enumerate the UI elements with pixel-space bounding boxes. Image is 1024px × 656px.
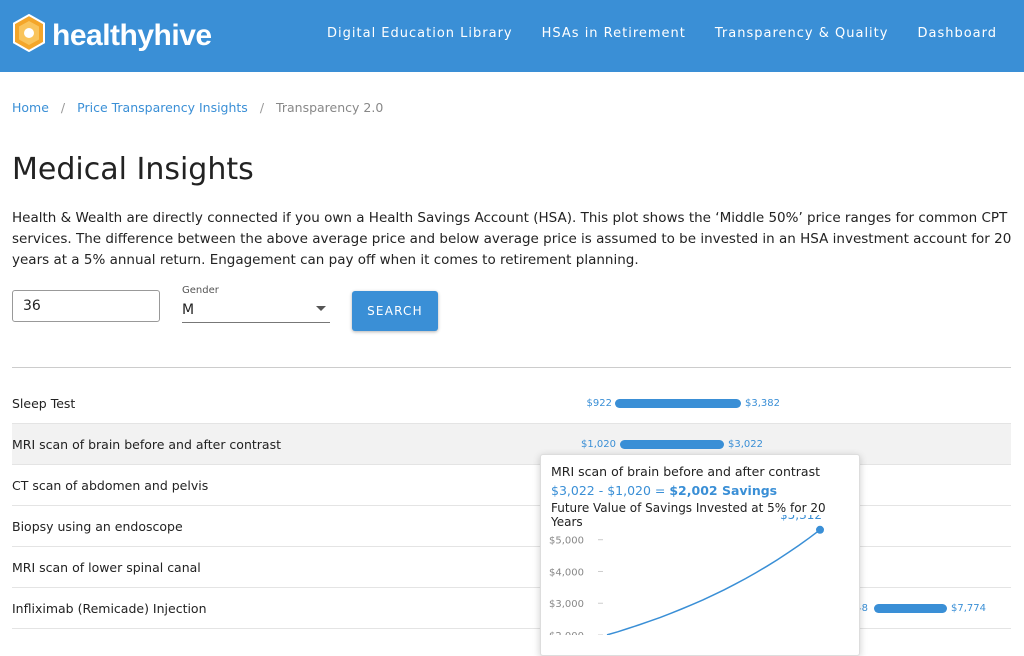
future-value-chart: $2,000 $3,000 $4,000 $5,000 $5,312 [549,515,824,635]
y-tick-label: $4,000 [549,567,584,578]
tooltip-savings-amount: $2,002 Savings [669,483,778,498]
range-high-label: $7,774 [951,603,986,614]
service-row[interactable]: MRI scan of brain before and after contr… [12,424,1011,465]
range-high-label: $3,022 [728,439,763,450]
tooltip-savings-calc: $3,022 - $1,020 = $2,002 Savings [551,483,777,498]
end-value-label: $5,312 [780,515,822,522]
tooltip-title: MRI scan of brain before and after contr… [551,464,820,479]
price-range-bar[interactable] [620,440,724,449]
y-tick-label: $5,000 [549,536,584,547]
nav-hsas-in-retirement[interactable]: HSAs in Retirement [542,26,686,41]
service-row[interactable]: Biopsy using an endoscope [12,506,1011,547]
nav-digital-education-library[interactable]: Digital Education Library [327,26,513,41]
end-value-point [816,525,824,534]
service-row[interactable]: MRI scan of lower spinal canal [12,547,1011,588]
service-name: Sleep Test [12,396,76,411]
age-input[interactable] [12,290,160,322]
breadcrumb-current: Transparency 2.0 [276,100,384,115]
gender-selected-value: M [182,302,195,318]
brand-name: healthyhive [52,19,212,52]
caret-down-icon [316,306,326,311]
nav-dashboard[interactable]: Dashboard [917,26,997,41]
nav-transparency-quality[interactable]: Transparency & Quality [715,26,889,41]
y-tick-label: $2,000 [549,631,584,635]
price-range-bar[interactable] [874,604,947,613]
savings-tooltip: MRI scan of brain before and after contr… [540,454,860,656]
hive-logo-icon [13,14,45,52]
range-high-label: $3,382 [745,398,780,409]
service-row[interactable]: Sleep Test $922 $3,382 [12,383,1011,424]
gender-underline [182,322,330,323]
gender-select[interactable]: Gender M [182,285,330,323]
search-button[interactable]: SEARCH [352,291,438,331]
page-title: Medical Insights [12,152,254,187]
service-name: MRI scan of lower spinal canal [12,560,201,575]
gender-label: Gender [182,285,219,296]
service-name: CT scan of abdomen and pelvis [12,478,209,493]
price-range-bar[interactable] [615,399,741,408]
service-row[interactable]: CT scan of abdomen and pelvis [12,465,1011,506]
range-low-label: $922 [586,398,612,409]
breadcrumb-separator: / [60,100,66,115]
service-name: Infliximab (Remicade) Injection [12,601,207,616]
top-navigation-bar: healthyhive Digital Education Library HS… [0,0,1024,72]
breadcrumb: Home / Price Transparency Insights / Transpa… [12,100,383,115]
service-name: MRI scan of brain before and after contr… [12,437,281,452]
y-tick-label: $3,000 [549,599,584,610]
breadcrumb-separator: / [259,100,265,115]
results-divider [12,367,1011,368]
breadcrumb-price-transparency-insights[interactable]: Price Transparency Insights [77,100,248,115]
service-row[interactable]: Infliximab (Remicade) Injection 48 $7,77… [12,588,1011,629]
brand-logo[interactable]: healthyhive [12,14,212,58]
intro-paragraph: Health & Wealth are directly connected i… [12,210,1012,268]
service-name: Biopsy using an endoscope [12,519,183,534]
tooltip-calc-prefix: $3,022 - $1,020 = [551,483,670,498]
range-low-label: $1,020 [581,439,616,450]
breadcrumb-home[interactable]: Home [12,100,49,115]
main-nav: Digital Education Library HSAs in Retire… [327,26,997,41]
future-value-line [606,529,821,635]
